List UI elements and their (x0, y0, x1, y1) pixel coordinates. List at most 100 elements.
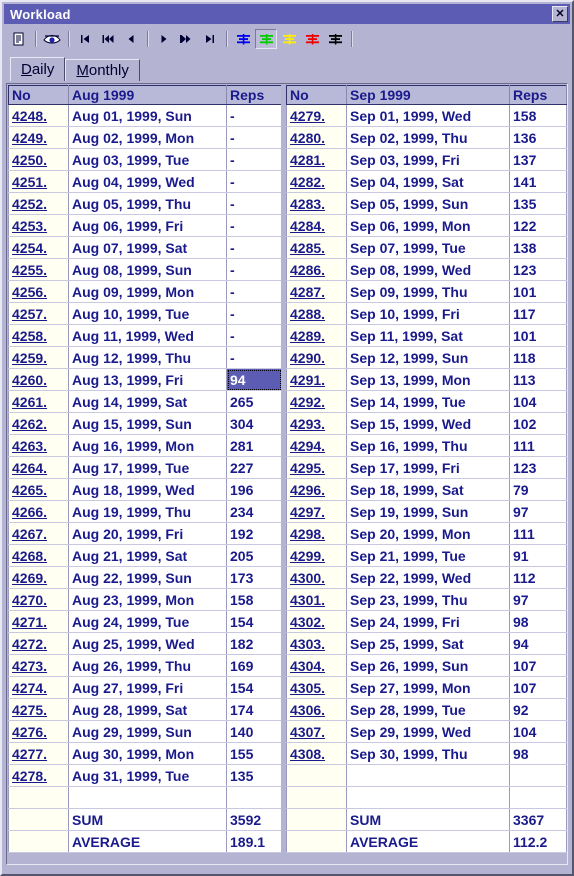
cell-date[interactable]: Aug 05, 1999, Thu (68, 192, 227, 215)
cell-no[interactable]: 4288. (286, 302, 347, 325)
cell-date[interactable]: Sep 18, 1999, Sat (346, 478, 510, 501)
cell-date[interactable]: Sep 05, 1999, Sun (346, 192, 510, 215)
table-row[interactable]: 4285. Sep 07, 1999, Tue 138 (286, 236, 567, 259)
table-row[interactable]: 4296. Sep 18, 1999, Sat 79 (286, 478, 567, 501)
yellow-bars-icon[interactable] (278, 29, 300, 49)
cell-date[interactable]: Sep 22, 1999, Wed (346, 566, 510, 589)
cell-date[interactable]: Sep 12, 1999, Sun (346, 346, 510, 369)
table-row[interactable] (286, 764, 567, 787)
table-row[interactable]: 4259. Aug 12, 1999, Thu - (8, 346, 282, 369)
cell-no[interactable]: 4262. (8, 412, 69, 435)
tab-daily[interactable]: Daily (10, 57, 66, 81)
cell-reps[interactable]: 98 (509, 610, 567, 633)
table-row[interactable]: 4251. Aug 04, 1999, Wed - (8, 170, 282, 193)
table-row[interactable]: 4304. Sep 26, 1999, Sun 107 (286, 654, 567, 677)
table-row[interactable]: 4252. Aug 05, 1999, Thu - (8, 192, 282, 215)
table-row[interactable]: 4294. Sep 16, 1999, Thu 111 (286, 434, 567, 457)
cell-no[interactable]: 4270. (8, 588, 69, 611)
table-row[interactable]: 4274. Aug 27, 1999, Fri 154 (8, 676, 282, 699)
cell-reps[interactable]: 136 (509, 126, 567, 149)
table-row[interactable]: 4263. Aug 16, 1999, Mon 281 (8, 434, 282, 457)
cell-reps[interactable]: 154 (226, 676, 282, 699)
cell-no[interactable]: 4293. (286, 412, 347, 435)
cell-date[interactable]: Aug 24, 1999, Tue (68, 610, 227, 633)
table-row[interactable]: 4283. Sep 05, 1999, Sun 135 (286, 192, 567, 215)
cell-reps[interactable]: - (226, 104, 282, 127)
cell-reps[interactable]: 155 (226, 742, 282, 765)
cell-no[interactable]: 4278. (8, 764, 69, 787)
table-row[interactable]: 4292. Sep 14, 1999, Tue 104 (286, 390, 567, 413)
cell-date[interactable] (346, 764, 510, 787)
cell-date[interactable]: Aug 07, 1999, Sat (68, 236, 227, 259)
cell-date[interactable]: Sep 04, 1999, Sat (346, 170, 510, 193)
table-row[interactable]: 4281. Sep 03, 1999, Fri 137 (286, 148, 567, 171)
col-header-no[interactable]: No (8, 85, 69, 105)
cell-date[interactable]: Aug 30, 1999, Mon (68, 742, 227, 765)
cell-date[interactable]: Sep 19, 1999, Sun (346, 500, 510, 523)
last-record-icon[interactable] (199, 29, 221, 49)
cell-date[interactable]: Aug 26, 1999, Thu (68, 654, 227, 677)
cell-no[interactable]: 4267. (8, 522, 69, 545)
cell-date[interactable]: Sep 09, 1999, Thu (346, 280, 510, 303)
cell-reps[interactable]: 135 (226, 764, 282, 787)
cell-no[interactable]: 4308. (286, 742, 347, 765)
next-page-icon[interactable] (176, 29, 198, 49)
table-row[interactable]: 4299. Sep 21, 1999, Tue 91 (286, 544, 567, 567)
table-row[interactable]: 4250. Aug 03, 1999, Tue - (8, 148, 282, 171)
cell-no[interactable]: 4281. (286, 148, 347, 171)
table-row[interactable]: 4301. Sep 23, 1999, Thu 97 (286, 588, 567, 611)
cell-reps[interactable]: - (226, 258, 282, 281)
cell-date[interactable]: Aug 19, 1999, Thu (68, 500, 227, 523)
cell-no[interactable]: 4275. (8, 698, 69, 721)
blue-bars-icon[interactable] (232, 29, 254, 49)
table-row[interactable]: 4286. Sep 08, 1999, Wed 123 (286, 258, 567, 281)
cell-reps[interactable]: 265 (226, 390, 282, 413)
cell-date[interactable]: Aug 28, 1999, Sat (68, 698, 227, 721)
cell-date[interactable]: Aug 14, 1999, Sat (68, 390, 227, 413)
cell-date[interactable]: Sep 03, 1999, Fri (346, 148, 510, 171)
cell-reps[interactable]: - (226, 302, 282, 325)
table-row[interactable]: 4265. Aug 18, 1999, Wed 196 (8, 478, 282, 501)
cell-no[interactable]: 4257. (8, 302, 69, 325)
table-row[interactable]: 4262. Aug 15, 1999, Sun 304 (8, 412, 282, 435)
cell-date[interactable]: Aug 23, 1999, Mon (68, 588, 227, 611)
cell-no[interactable]: 4251. (8, 170, 69, 193)
cell-reps[interactable]: 158 (226, 588, 282, 611)
table-row[interactable]: 4270. Aug 23, 1999, Mon 158 (8, 588, 282, 611)
table-row[interactable]: 4257. Aug 10, 1999, Tue - (8, 302, 282, 325)
cell-date[interactable]: Sep 14, 1999, Tue (346, 390, 510, 413)
table-row[interactable]: 4284. Sep 06, 1999, Mon 122 (286, 214, 567, 237)
cell-no[interactable]: 4254. (8, 236, 69, 259)
cell-reps[interactable]: 281 (226, 434, 282, 457)
cell-date[interactable]: Sep 16, 1999, Thu (346, 434, 510, 457)
cell-reps[interactable]: 104 (509, 720, 567, 743)
table-row[interactable]: 4287. Sep 09, 1999, Thu 101 (286, 280, 567, 303)
cell-reps[interactable]: 196 (226, 478, 282, 501)
table-row[interactable]: 4268. Aug 21, 1999, Sat 205 (8, 544, 282, 567)
previous-record-icon[interactable] (120, 29, 142, 49)
table-row[interactable]: 4275. Aug 28, 1999, Sat 174 (8, 698, 282, 721)
cell-date[interactable]: Sep 11, 1999, Sat (346, 324, 510, 347)
cell-date[interactable]: Sep 30, 1999, Thu (346, 742, 510, 765)
table-row[interactable]: 4308. Sep 30, 1999, Thu 98 (286, 742, 567, 765)
table-row[interactable]: 4267. Aug 20, 1999, Fri 192 (8, 522, 282, 545)
cell-no[interactable]: 4299. (286, 544, 347, 567)
table-row[interactable]: 4272. Aug 25, 1999, Wed 182 (8, 632, 282, 655)
cell-no[interactable]: 4279. (286, 104, 347, 127)
table-row[interactable]: 4303. Sep 25, 1999, Sat 94 (286, 632, 567, 655)
table-row[interactable]: 4256. Aug 09, 1999, Mon - (8, 280, 282, 303)
cell-date[interactable]: Aug 31, 1999, Tue (68, 764, 227, 787)
cell-date[interactable]: Sep 27, 1999, Mon (346, 676, 510, 699)
cell-no[interactable]: 4280. (286, 126, 347, 149)
cell-no[interactable]: 4264. (8, 456, 69, 479)
cell-date[interactable]: Sep 25, 1999, Sat (346, 632, 510, 655)
cell-date[interactable]: Aug 27, 1999, Fri (68, 676, 227, 699)
table-row[interactable]: 4297. Sep 19, 1999, Sun 97 (286, 500, 567, 523)
cell-reps[interactable]: - (226, 170, 282, 193)
cell-reps[interactable]: 135 (509, 192, 567, 215)
cell-no[interactable]: 4301. (286, 588, 347, 611)
cell-reps[interactable] (509, 764, 567, 787)
cell-no[interactable]: 4305. (286, 676, 347, 699)
cell-no[interactable]: 4248. (8, 104, 69, 127)
table-row[interactable]: 4266. Aug 19, 1999, Thu 234 (8, 500, 282, 523)
